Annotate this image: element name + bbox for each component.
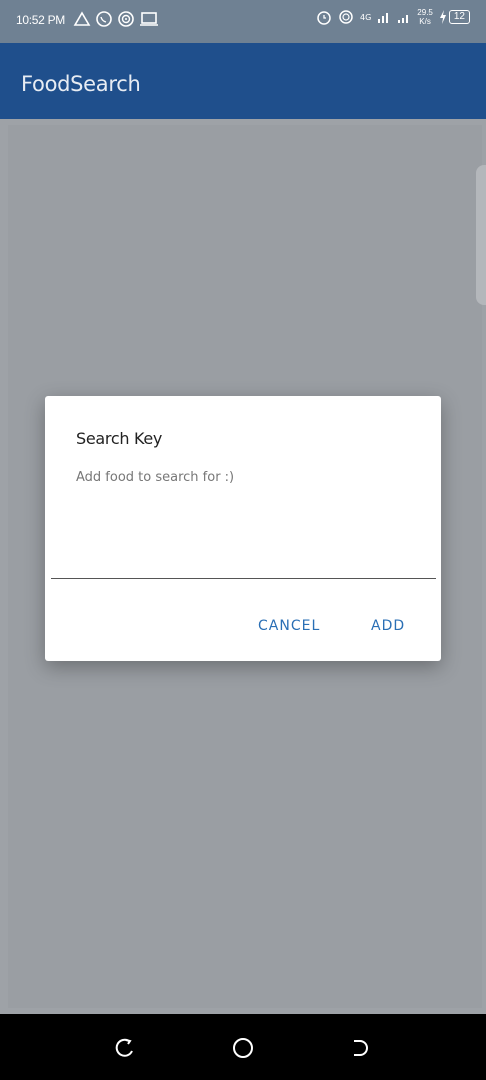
cancel-button[interactable]: CANCEL [258, 618, 320, 634]
edge-panel-handle[interactable] [476, 165, 486, 305]
add-button[interactable]: ADD [371, 618, 405, 634]
warning-icon [73, 11, 91, 26]
home-icon [233, 1038, 253, 1058]
hotspot-icon [118, 11, 134, 27]
whatsapp-icon [96, 11, 112, 27]
search-input[interactable] [51, 458, 436, 579]
status-bar: 10:52 PM 4G 29.5 K/s 12 [0, 0, 486, 43]
laptop-icon [140, 12, 158, 26]
charging-icon [439, 10, 446, 24]
search-key-dialog: Search Key CANCEL ADD [45, 396, 441, 661]
network-speed-unit: K/s [419, 17, 431, 26]
app-bar: FoodSearch [0, 43, 486, 119]
alarm-icon [317, 11, 331, 25]
network-speed: 29.5 K/s [417, 8, 433, 26]
recents-button[interactable] [348, 1036, 372, 1060]
dialog-title: Search Key [76, 429, 163, 448]
hotspot-icon [339, 10, 353, 24]
notification-icons [73, 10, 159, 28]
battery-level: 12 [448, 10, 470, 24]
navigation-bar [0, 1014, 486, 1080]
back-button[interactable] [113, 1036, 137, 1060]
signal-icon [378, 13, 389, 23]
battery: 12 [439, 10, 470, 24]
status-time: 10:52 PM [16, 13, 65, 27]
home-button[interactable] [231, 1036, 255, 1060]
network-type: 4G [360, 12, 372, 22]
system-icons: 4G 29.5 K/s 12 [316, 8, 470, 26]
back-icon [115, 1038, 133, 1057]
signal-icon [398, 15, 409, 23]
network-speed-value: 29.5 [417, 8, 433, 17]
app-title: FoodSearch [21, 72, 141, 96]
recents-icon [354, 1040, 368, 1056]
